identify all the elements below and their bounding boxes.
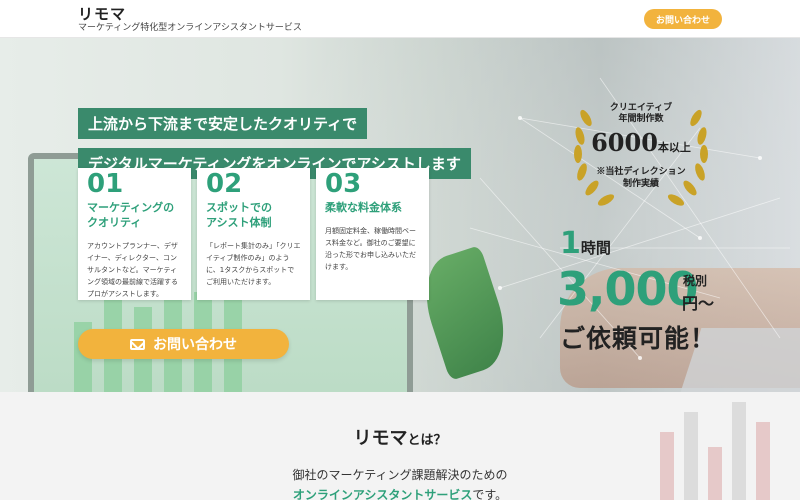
price-amount: 3,000 [557,262,699,316]
about-text-line-1: 御社のマーケティング課題解決のための [292,468,508,482]
hero-headline-1: 上流から下流まで安定したクオリティで [78,108,368,139]
feature-description: 「レポート集計のみ」「クリエイティブ制作のみ」のように、1タスクからスポットでご… [206,242,301,286]
feature-card-1: 01 マーケティングの クオリティ アカウントプランナー、デザイナー、ディレクタ… [78,168,191,300]
site-header: リモマ マーケティング特化型オンラインアシスタントサービス お問い合わせ [0,0,800,38]
feature-number: 03 [325,169,362,199]
feature-title: 柔軟な料金体系 [325,201,402,214]
award-line-2: 年間制作数 [618,114,664,124]
about-title-logo: リモマ [353,428,408,449]
price-cta-text: ご依頼可能！ [560,324,717,353]
about-text-line-2: オンラインアシスタントサービスです。 [0,486,800,500]
feature-card-3: 03 柔軟な料金体系 月額固定料金、稼働時間ベース料金など。御社のご要望に沿った… [316,168,429,300]
price-hours-number: 1 [560,226,581,261]
price-unit: 円〜 [682,294,715,313]
about-title: リモマとは？ [0,424,800,450]
award-count-suffix: 本以上 [657,141,691,154]
header-contact-button[interactable]: お問い合わせ [644,9,722,29]
feature-description: アカウントプランナー、デザイナー、ディレクター、コンサルタントなど。マーケティン… [87,242,178,298]
hero-contact-label: お問い合わせ [153,336,237,352]
price-hours: 1時間 [560,226,611,261]
price-tax-label: 税別 [683,274,708,288]
feature-title: マーケティングの クオリティ [87,201,175,229]
about-section: リモマとは？ 御社のマーケティング課題解決のための オンラインアシスタントサービ… [0,392,800,500]
mail-icon [130,338,145,350]
feature-description: 月額固定料金、稼働時間ベース料金など。御社のご要望に沿った形でお申し込みいただけ… [325,227,416,271]
award-count: 6000本以上 [566,128,716,157]
about-title-suffix: とは？ [407,433,447,448]
feature-number: 01 [87,169,124,199]
about-text-highlight: オンラインアシスタントサービス [292,488,473,500]
feature-card-2: 02 スポットでの アシスト体制 「レポート集計のみ」「クリエイティブ制作のみ」… [197,168,310,300]
hero-contact-button[interactable]: お問い合わせ [78,329,289,359]
award-count-number: 6000 [591,128,658,157]
feature-number: 02 [206,169,243,199]
about-text-suffix: です。 [472,488,508,500]
site-tagline: マーケティング特化型オンラインアシスタントサービス [78,23,302,33]
price-hours-unit: 時間 [580,239,611,257]
feature-title: スポットでの アシスト体制 [206,201,272,229]
award-note: ※当社ディレクション 制作実績 [596,167,686,189]
